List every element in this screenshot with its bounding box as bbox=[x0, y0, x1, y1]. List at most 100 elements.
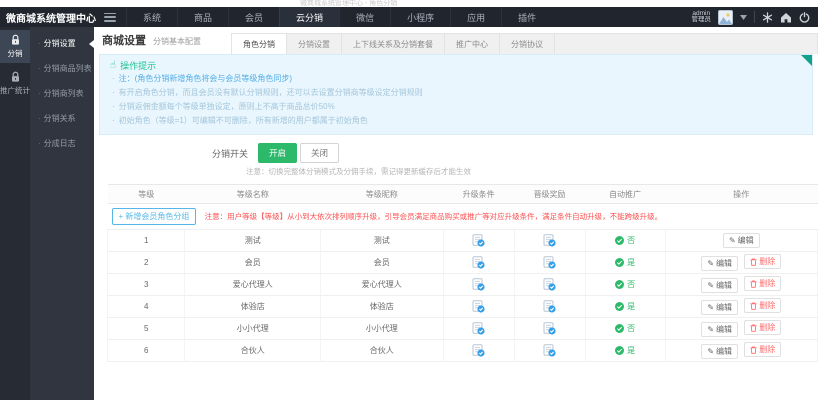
avatar[interactable] bbox=[718, 10, 733, 25]
level-nick-cell: 体验店 bbox=[320, 296, 443, 318]
pencil-icon: ✎ bbox=[707, 348, 714, 356]
sidebar-item-distributor-list[interactable]: 分销商列表 bbox=[30, 81, 94, 106]
pointer-hand-icon: ☝ bbox=[110, 60, 116, 71]
switch-label: 分销开关 bbox=[212, 147, 248, 160]
clear-cache-icon[interactable] bbox=[762, 12, 773, 23]
tip-line: 有开启角色分销，而且会员没有默认分销规则，还可以去设置分销商等级设定分销规则 bbox=[110, 86, 802, 100]
sidebar-item-distribution-relations[interactable]: 分销关系 bbox=[30, 106, 94, 131]
title-block: 商城设置 分销基本配置 bbox=[94, 32, 201, 54]
pencil-icon: ✎ bbox=[729, 237, 736, 245]
edit-button-label: 编辑 bbox=[716, 280, 732, 291]
upgrade-condition-icon[interactable] bbox=[472, 256, 485, 269]
tab-distribution-agreement[interactable]: 分销协议 bbox=[500, 34, 555, 54]
auto-upgrade-label: 否 bbox=[627, 323, 635, 334]
col-auto-promote: 自动推广 bbox=[585, 185, 665, 204]
edit-button[interactable]: ✎ 编辑 bbox=[701, 300, 738, 315]
switch-off-button[interactable]: 关闭 bbox=[300, 143, 339, 163]
top-menu-member[interactable]: 会员 bbox=[228, 7, 279, 27]
browser-title-bleed: 微商城系统管理中心 - 角色分销 bbox=[0, 0, 818, 7]
upgrade-reward-icon[interactable] bbox=[543, 344, 556, 357]
table-row: 5 小小代理 小小代理 bbox=[108, 318, 818, 340]
content-area: 商城设置 分销基本配置 角色分销 分销设置 上下线关系及分销套餐 推广中心 分销… bbox=[94, 27, 818, 400]
delete-button[interactable]: 删除 bbox=[744, 342, 781, 357]
chevron-down-icon[interactable] bbox=[740, 15, 747, 20]
app-window: 微商城系统管理中心 - 角色分销 微商城系统管理中心 系统 商品 会员 云分销 … bbox=[0, 0, 818, 400]
delete-button[interactable]: 删除 bbox=[744, 254, 781, 269]
tab-promotion-center[interactable]: 推广中心 bbox=[445, 34, 500, 54]
check-circle-icon bbox=[615, 236, 624, 245]
module-promotion-stats[interactable]: 推广统计 bbox=[0, 67, 30, 100]
tip-line: 分销返佣金额每个等级单独设定，原则上不高于商品总价50% bbox=[110, 100, 802, 114]
switch-on-button[interactable]: 开启 bbox=[258, 143, 297, 163]
pencil-icon: ✎ bbox=[707, 282, 714, 290]
edit-button[interactable]: ✎ 编辑 bbox=[701, 322, 738, 337]
top-menu-wechat[interactable]: 微信 bbox=[339, 7, 390, 27]
delete-button-label: 删除 bbox=[759, 256, 775, 267]
col-level-nick: 等级昵称 bbox=[320, 185, 443, 204]
upgrade-condition-icon[interactable] bbox=[472, 234, 485, 247]
power-icon[interactable] bbox=[799, 12, 810, 23]
module-label: 分销 bbox=[8, 48, 23, 59]
module-distribution[interactable]: 分销 bbox=[0, 30, 30, 63]
col-upgrade-reward: 晋级奖励 bbox=[514, 185, 585, 204]
upgrade-reward-icon[interactable] bbox=[543, 300, 556, 313]
sidebar-item-distribution-goods-list[interactable]: 分销商品列表 bbox=[30, 56, 94, 81]
upgrade-reward-icon[interactable] bbox=[543, 322, 556, 335]
trash-icon bbox=[750, 302, 757, 310]
delete-button[interactable]: 删除 bbox=[744, 320, 781, 335]
add-member-role-button[interactable]: + 新增会员角色分组 bbox=[112, 208, 197, 225]
trash-icon bbox=[750, 280, 757, 288]
check-circle-icon bbox=[615, 346, 624, 355]
role-table-body: + 新增会员角色分组 注意：用户等级【等级】从小到大依次排列顺序升级，引导会员满… bbox=[108, 204, 818, 362]
top-menu-cloud-distribution[interactable]: 云分销 bbox=[279, 7, 339, 27]
col-actions: 操作 bbox=[665, 185, 817, 204]
delete-button[interactable]: 删除 bbox=[744, 298, 781, 313]
edit-button[interactable]: ✎ 编辑 bbox=[701, 278, 738, 293]
edit-button[interactable]: ✎ 编辑 bbox=[701, 256, 738, 271]
sidebar-item-distribution-settings[interactable]: 分销设置 bbox=[30, 31, 94, 56]
upgrade-reward-icon[interactable] bbox=[543, 256, 556, 269]
check-circle-icon bbox=[615, 258, 624, 267]
level-nick-cell: 会员 bbox=[320, 252, 443, 274]
upgrade-reward-icon[interactable] bbox=[543, 278, 556, 291]
top-menu: 系统 商品 会员 云分销 微信 小程序 应用 插件 bbox=[126, 7, 552, 27]
upgrade-reward-icon[interactable] bbox=[543, 234, 556, 247]
tab-distribution-settings[interactable]: 分销设置 bbox=[287, 34, 342, 54]
hamburger-menu-icon[interactable] bbox=[104, 13, 116, 22]
pencil-icon: ✎ bbox=[707, 260, 714, 268]
level-name-cell: 合伙人 bbox=[185, 340, 321, 362]
auto-upgrade-label: 否 bbox=[627, 279, 635, 290]
trash-icon bbox=[750, 324, 757, 332]
operation-tips-box: ☝ 操作提示 注：(角色分销新增角色将会与会员等级角色同步) 有开启角色分销，而… bbox=[99, 54, 813, 135]
level-cell: 2 bbox=[108, 252, 185, 274]
user-role: 管理员 bbox=[692, 17, 712, 24]
upgrade-condition-icon[interactable] bbox=[472, 278, 485, 291]
role-level-table: 等级 等级名称 等级昵称 升级条件 晋级奖励 自动推广 操作 + 新增会员角色分… bbox=[107, 184, 818, 362]
edit-button[interactable]: ✎ 编辑 bbox=[723, 233, 760, 248]
level-name-cell: 测试 bbox=[185, 230, 321, 252]
distribution-switch-row: 分销开关 开启 关闭 bbox=[94, 143, 818, 163]
home-icon[interactable] bbox=[780, 12, 792, 23]
add-role-row: + 新增会员角色分组 注意：用户等级【等级】从小到大依次排列顺序升级，引导会员满… bbox=[108, 204, 818, 230]
top-menu-apps[interactable]: 应用 bbox=[450, 7, 501, 27]
tab-updown-relation-packages[interactable]: 上下线关系及分销套餐 bbox=[342, 34, 445, 54]
upgrade-condition-icon[interactable] bbox=[472, 300, 485, 313]
page-subtitle: 分销基本配置 bbox=[153, 36, 201, 47]
top-menu-plugins[interactable]: 插件 bbox=[501, 7, 552, 27]
sidebar-item-commission-log[interactable]: 分成日志 bbox=[30, 131, 94, 156]
table-row: 2 会员 会员 bbox=[108, 252, 818, 274]
auto-upgrade-label: 是 bbox=[627, 345, 635, 356]
top-menu-miniprogram[interactable]: 小程序 bbox=[390, 7, 450, 27]
tab-role-distribution[interactable]: 角色分销 bbox=[232, 34, 287, 54]
top-menu-goods[interactable]: 商品 bbox=[177, 7, 228, 27]
edit-button[interactable]: ✎ 编辑 bbox=[701, 344, 738, 359]
delete-button[interactable]: 删除 bbox=[744, 276, 781, 291]
switch-note: 注意：切换完整体分销模式及分佣手续，需记得更新缓存后才能生效 bbox=[94, 166, 818, 177]
level-name-cell: 体验店 bbox=[185, 296, 321, 318]
top-menu-system[interactable]: 系统 bbox=[126, 7, 177, 27]
upgrade-condition-icon[interactable] bbox=[472, 344, 485, 357]
user-info[interactable]: admin 管理员 bbox=[692, 11, 712, 24]
auto-promote-status: 否 bbox=[615, 279, 635, 290]
table-header-row: 等级 等级名称 等级昵称 升级条件 晋级奖励 自动推广 操作 bbox=[108, 185, 818, 204]
upgrade-condition-icon[interactable] bbox=[472, 322, 485, 335]
